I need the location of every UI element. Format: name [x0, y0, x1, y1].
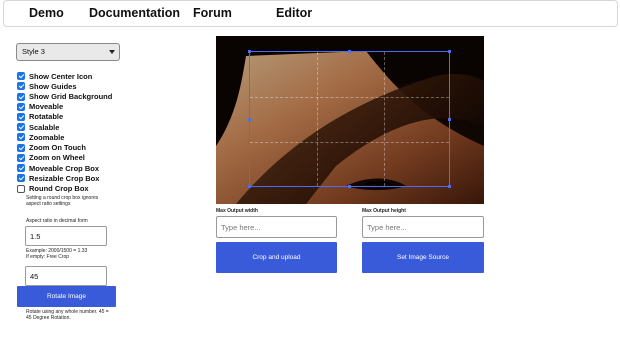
option-label: Show Guides — [29, 81, 77, 91]
crop-handle-se[interactable] — [448, 185, 451, 188]
option-label: Show Grid Background — [29, 92, 113, 101]
crop-handle-s[interactable] — [348, 185, 351, 188]
crop-handle-n[interactable] — [348, 50, 351, 53]
round-crop-note: Setting a round crop box ignores aspect … — [26, 195, 99, 207]
crop-guide-v1 — [317, 52, 318, 186]
set-image-source-button[interactable]: Set Image Source — [362, 242, 484, 273]
rotate-degrees-input[interactable]: 45 — [25, 266, 107, 286]
checkbox[interactable] — [17, 72, 25, 80]
option-label: Moveable Crop Box — [29, 163, 100, 173]
style-select[interactable]: Style 3 — [16, 43, 120, 61]
crop-guide-v2 — [384, 52, 385, 186]
checkbox[interactable] — [17, 174, 25, 182]
option-zoom-on-wheel[interactable]: Zoom on Wheel — [17, 153, 85, 163]
option-label: Round Crop Box — [29, 184, 89, 193]
option-label: Zoomable — [29, 132, 65, 142]
option-label: Rotatable — [29, 112, 64, 121]
crop-guide-h1 — [250, 97, 449, 98]
rotate-note: Rotate using any whole number. 45 = 45 D… — [26, 309, 109, 321]
crop-handle-sw[interactable] — [248, 185, 251, 188]
crop-handle-e[interactable] — [448, 118, 451, 121]
option-label: Zoom On Touch — [29, 143, 86, 152]
option-show-center-icon[interactable]: Show Center Icon — [17, 71, 92, 81]
option-zoomable[interactable]: Zoomable — [17, 132, 64, 142]
crop-handle-ne[interactable] — [448, 50, 451, 53]
aspect-ratio-label: Aspect ratio in decimal form — [26, 218, 88, 224]
nav-editor[interactable]: Editor — [276, 6, 312, 20]
option-moveable-crop-box[interactable]: Moveable Crop Box — [17, 163, 99, 173]
rotate-image-button[interactable]: Rotate Image — [17, 286, 116, 307]
option-label: Scalable — [29, 122, 60, 132]
aspect-ratio-input[interactable]: 1.5 — [25, 226, 107, 246]
option-show-guides[interactable]: Show Guides — [17, 81, 77, 91]
max-height-input[interactable]: Type here... — [362, 216, 484, 238]
crop-guide-h2 — [250, 142, 449, 143]
max-height-label: Max Output height — [362, 208, 406, 214]
crop-handle-nw[interactable] — [248, 50, 251, 53]
checkbox[interactable] — [17, 143, 25, 152]
option-moveable[interactable]: Moveable — [17, 102, 63, 112]
checkbox[interactable] — [17, 153, 25, 162]
nav-demo[interactable]: Demo — [29, 6, 64, 20]
crop-box[interactable] — [248, 50, 451, 188]
nav-documentation[interactable]: Documentation — [89, 6, 180, 20]
checkbox[interactable] — [17, 92, 25, 101]
option-round-crop-box[interactable]: Round Crop Box — [17, 184, 89, 194]
checkbox[interactable] — [17, 123, 25, 131]
checkbox[interactable] — [17, 164, 25, 172]
option-label: Show Center Icon — [29, 71, 93, 81]
option-label: Resizable Crop Box — [29, 173, 100, 183]
max-width-input[interactable]: Type here... — [216, 216, 337, 238]
option-label: Moveable — [29, 102, 64, 111]
checkbox[interactable] — [17, 133, 25, 141]
option-scalable[interactable]: Scalable — [17, 122, 59, 132]
option-show-grid-background[interactable]: Show Grid Background — [17, 92, 112, 102]
crop-and-upload-button[interactable]: Crop and upload — [216, 242, 337, 273]
option-rotatable[interactable]: Rotatable — [17, 112, 63, 122]
style-select-value: Style 3 — [22, 47, 45, 56]
crop-handle-w[interactable] — [248, 118, 251, 121]
option-resizable-crop-box[interactable]: Resizable Crop Box — [17, 173, 99, 183]
aspect-empty-note: If empty: Free Crop — [26, 254, 70, 260]
checkbox[interactable] — [17, 184, 25, 193]
checkbox[interactable] — [17, 112, 25, 121]
top-nav: Demo Documentation Forum Editor — [3, 0, 618, 27]
max-width-label: Max Output width — [216, 208, 258, 214]
checkbox[interactable] — [17, 82, 25, 90]
chevron-down-icon — [109, 50, 115, 54]
nav-forum[interactable]: Forum — [193, 6, 232, 20]
option-zoom-on-touch[interactable]: Zoom On Touch — [17, 143, 86, 153]
checkbox[interactable] — [17, 102, 25, 111]
crop-image-area[interactable] — [216, 36, 484, 204]
option-label: Zoom on Wheel — [29, 153, 85, 162]
